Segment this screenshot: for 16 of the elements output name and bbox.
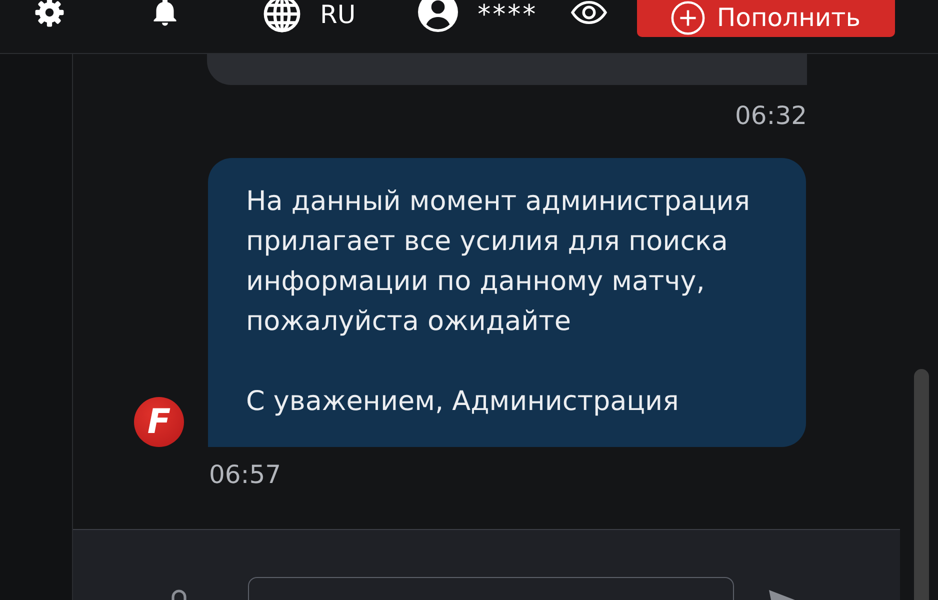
- user-icon[interactable]: [418, 0, 458, 32]
- scrollbar-thumb[interactable]: [914, 369, 929, 600]
- message-input[interactable]: [248, 577, 734, 600]
- message-time: 06:57: [209, 460, 282, 490]
- send-icon[interactable]: [767, 590, 795, 600]
- message-text: С уважением, Администрация: [246, 385, 680, 419]
- language-button[interactable]: RU: [263, 0, 356, 30]
- message-time: 06:32: [734, 101, 807, 131]
- plus-circle-icon: [670, 0, 705, 34]
- sender-logo: F: [134, 397, 184, 447]
- globe-icon: [263, 0, 301, 33]
- eye-icon[interactable]: [570, 0, 607, 25]
- settings-icon[interactable]: [34, 0, 65, 28]
- top-up-button[interactable]: Пополнить: [636, 0, 895, 37]
- message-text: На данный момент администрация прилагает все усилия для поиска информации по данному матчу, пожалуйста ожидайте: [246, 185, 751, 339]
- balance-text: ****: [478, 0, 538, 30]
